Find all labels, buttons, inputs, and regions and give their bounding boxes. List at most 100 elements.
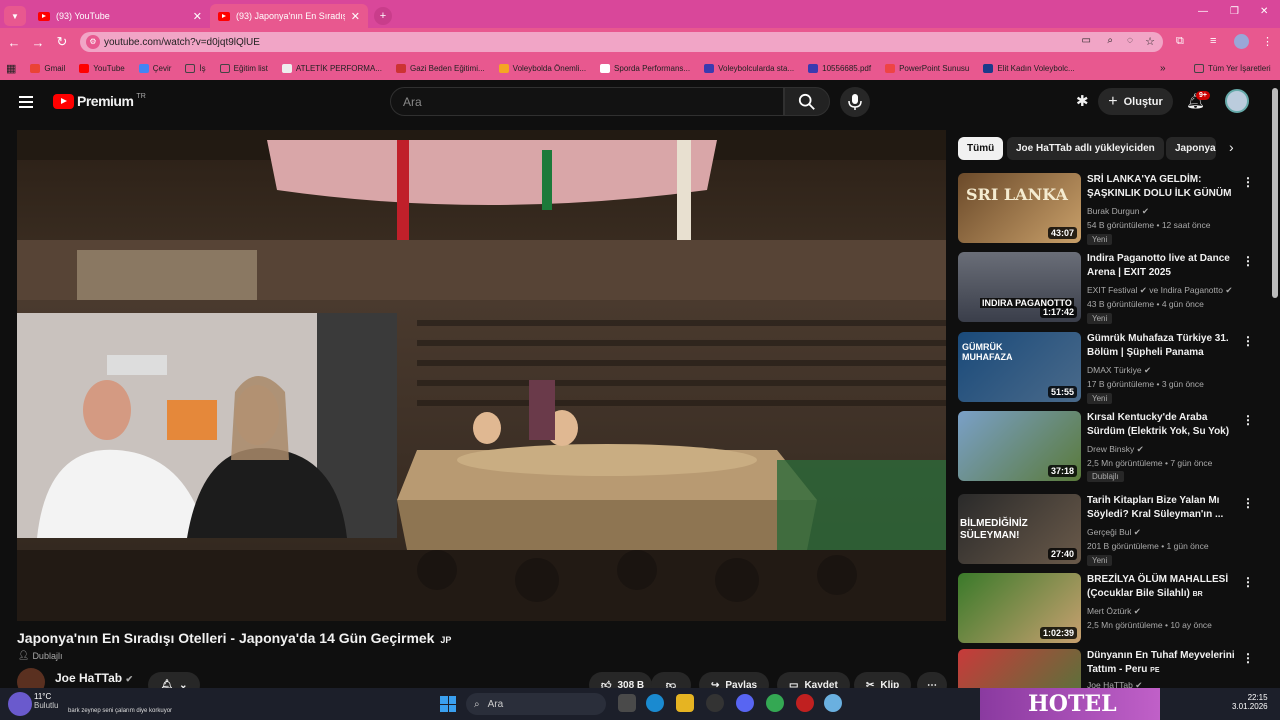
bookmark-voleybolcularda[interactable]: Voleybolcularda sta... bbox=[704, 63, 794, 73]
doc-icon bbox=[281, 63, 292, 73]
chip-uploader[interactable]: Joe HaTTab adlı yükleyiciden bbox=[1007, 137, 1164, 160]
recommendation-item[interactable]: Dünyanın En Tuhaf Meyvelerini Tattım - P… bbox=[958, 649, 1270, 689]
maximize-icon[interactable]: ❐ bbox=[1230, 6, 1239, 17]
scrollbar-thumb[interactable] bbox=[1272, 88, 1278, 298]
all-bookmarks[interactable]: Tüm Yer İşaretleri bbox=[1194, 63, 1271, 73]
profile-avatar-icon[interactable] bbox=[1234, 34, 1249, 49]
video-thumbnail[interactable]: INDIRA PAGANOTTO 1:17:42 bbox=[958, 252, 1081, 322]
app-icon[interactable] bbox=[796, 694, 814, 712]
close-icon[interactable]: ✕ bbox=[193, 10, 202, 23]
minimize-icon[interactable]: — bbox=[1198, 6, 1208, 17]
url-field[interactable]: ⚙ youtube.com/watch?v=d0jqt9lQlUE ☆ ◌ ⌕ … bbox=[80, 32, 1163, 52]
kebab-menu-icon[interactable]: ⋮ bbox=[1242, 413, 1254, 427]
avatar[interactable] bbox=[1225, 89, 1249, 113]
bookmark-gazi[interactable]: Gazi Beden Eğitimi... bbox=[395, 63, 485, 73]
bookmark-sporda[interactable]: Sporda Performans... bbox=[600, 63, 690, 73]
search-button[interactable] bbox=[784, 87, 830, 116]
video-player[interactable] bbox=[17, 130, 946, 621]
kebab-menu-icon[interactable]: ⋮ bbox=[1242, 175, 1254, 189]
tab-menu-button[interactable]: ▼ bbox=[4, 6, 26, 26]
kebab-menu-icon[interactable]: ⋮ bbox=[1242, 496, 1254, 510]
tab-current-video[interactable]: (93) Japonya'nın En Sıradışı Ot ✕ bbox=[210, 4, 368, 28]
kebab-menu-icon[interactable]: ⋮ bbox=[1262, 35, 1273, 48]
bookmark-powerpoint[interactable]: PowerPoint Sunusu bbox=[885, 63, 970, 73]
chevron-right-icon[interactable]: › bbox=[1229, 139, 1234, 155]
bookmark-is[interactable]: İş bbox=[185, 63, 206, 73]
bookmark-egitim[interactable]: Eğitim list bbox=[219, 63, 268, 73]
discord-icon[interactable] bbox=[736, 694, 754, 712]
video-thumbnail[interactable]: GÜMRÜK MUHAFAZA 51:55 bbox=[958, 332, 1081, 402]
kebab-menu-icon[interactable]: ⋮ bbox=[1242, 651, 1254, 665]
zoom-icon[interactable]: ⌕ bbox=[1107, 35, 1113, 46]
file-explorer-icon[interactable] bbox=[676, 694, 694, 712]
new-tab-button[interactable]: + bbox=[374, 7, 392, 25]
age: 10 ay önce bbox=[1170, 620, 1212, 630]
star-icon[interactable]: ☆ bbox=[1145, 35, 1155, 48]
video-thumbnail[interactable]: BİLMEDİĞİNİZ SÜLEYMAN! 27:40 bbox=[958, 494, 1081, 564]
eye-off-icon[interactable]: ◌ bbox=[1127, 35, 1133, 46]
tab-youtube-home[interactable]: (93) YouTube ✕ bbox=[30, 4, 210, 28]
video-thumbnail[interactable] bbox=[958, 649, 1081, 689]
recommendation-item[interactable]: INDIRA PAGANOTTO 1:17:42 Indira Paganott… bbox=[958, 252, 1270, 324]
back-icon[interactable]: ← bbox=[2, 35, 26, 50]
channel-name: DMAX Türkiye bbox=[1087, 365, 1142, 375]
chevron-right-icon[interactable]: » bbox=[1160, 63, 1166, 74]
taskbar-search[interactable]: ⌕ Ara bbox=[466, 693, 606, 715]
close-window-icon[interactable]: ✕ bbox=[1260, 6, 1268, 17]
video-thumbnail[interactable]: SRI LANKA 43:07 bbox=[958, 173, 1081, 243]
search-input[interactable]: Ara bbox=[390, 87, 784, 116]
windows-start-icon[interactable] bbox=[440, 696, 456, 712]
create-button[interactable]: + Oluştur bbox=[1098, 88, 1173, 115]
kebab-menu-icon[interactable]: ⋮ bbox=[1242, 334, 1254, 348]
youtube-logo[interactable]: Premium TR bbox=[53, 93, 146, 109]
media-icon[interactable]: ≡ bbox=[1210, 35, 1216, 47]
recommendation-item[interactable]: 37:18 Kırsal Kentucky'de Araba Sürdüm (E… bbox=[958, 411, 1270, 483]
stats-line: 17 B görüntüleme • 3 gün önce bbox=[1087, 379, 1204, 389]
site-info-icon[interactable]: ⚙ bbox=[86, 35, 100, 49]
task-view-icon[interactable] bbox=[618, 694, 636, 712]
edge-icon[interactable] bbox=[646, 694, 664, 712]
recommendation-item[interactable]: SRI LANKA 43:07 SRİ LANKA'YA GELDİM: ŞAŞ… bbox=[958, 173, 1270, 245]
install-icon[interactable]: ▭ bbox=[1082, 35, 1091, 46]
bookmark-label: 10556685.pdf bbox=[822, 63, 872, 73]
app-icon-2[interactable] bbox=[824, 694, 842, 712]
close-icon[interactable]: ✕ bbox=[351, 10, 360, 23]
kebab-menu-icon[interactable]: ⋮ bbox=[1242, 575, 1254, 589]
chrome-icon[interactable] bbox=[766, 694, 784, 712]
weather-widget[interactable]: 11°C Bulutlu bbox=[34, 692, 58, 710]
bookmark-gmail[interactable]: Gmail bbox=[30, 63, 65, 73]
kebab-menu-icon[interactable]: ⋮ bbox=[1242, 254, 1254, 268]
bookmark-pdf[interactable]: 10556685.pdf bbox=[808, 63, 872, 73]
recommendation-item[interactable]: 1:02:39 BREZİLYA ÖLÜM MAHALLESİ (Çocukla… bbox=[958, 573, 1270, 645]
hotel-ad-banner[interactable]: HOTEL bbox=[980, 688, 1160, 720]
channel-line: EXIT Festival ✔ ve Indira Paganotto ✔ bbox=[1087, 285, 1233, 296]
video-thumbnail[interactable]: 37:18 bbox=[958, 411, 1081, 481]
steam-icon[interactable] bbox=[706, 694, 724, 712]
thumbnail-text: SRI LANKA bbox=[966, 185, 1068, 204]
bookmark-label: PowerPoint Sunusu bbox=[899, 63, 970, 73]
voice-search-button[interactable] bbox=[840, 87, 870, 117]
bookmark-elit[interactable]: Elit Kadın Voleybolc... bbox=[983, 63, 1075, 73]
video-thumbnail[interactable]: 1:02:39 bbox=[958, 573, 1081, 643]
extensions-icon[interactable]: ⧉ bbox=[1176, 35, 1184, 48]
chip-japonya[interactable]: Japonya bbox=[1166, 137, 1216, 160]
channel-name: Drew Binsky bbox=[1087, 444, 1135, 454]
chip-all[interactable]: Tümü bbox=[958, 137, 1004, 160]
clock[interactable]: 22:15 3.01.2026 bbox=[1232, 693, 1268, 711]
weather-avatar-icon[interactable] bbox=[8, 692, 32, 716]
apps-grid-icon[interactable]: ▦ bbox=[6, 62, 16, 75]
forward-icon[interactable]: → bbox=[26, 35, 50, 50]
plus-icon: + bbox=[1108, 92, 1118, 110]
bookmark-translate[interactable]: Çevir bbox=[138, 63, 171, 73]
youtube-header: Premium TR Ara ✱ + Oluştur 🔔︎ 9+ bbox=[0, 80, 1270, 122]
channel-name[interactable]: Joe HaTTab ✔ bbox=[55, 671, 133, 685]
bookmark-voleybolda[interactable]: Voleybolda Önemli... bbox=[498, 63, 586, 73]
recommendation-item[interactable]: GÜMRÜK MUHAFAZA 51:55 Gümrük Muhafaza Tü… bbox=[958, 332, 1270, 404]
reload-icon[interactable]: ↻ bbox=[50, 34, 74, 50]
bookmark-atletik[interactable]: ATLETİK PERFORMA... bbox=[281, 63, 382, 73]
recommendation-item[interactable]: BİLMEDİĞİNİZ SÜLEYMAN! 27:40 Tarih Kitap… bbox=[958, 494, 1270, 566]
bookmark-youtube[interactable]: YouTube bbox=[79, 63, 125, 73]
sparkle-icon[interactable]: ✱ bbox=[1076, 92, 1089, 110]
menu-icon[interactable] bbox=[19, 93, 33, 111]
channel-line: Gerçeği Bul ✔ bbox=[1087, 527, 1141, 538]
